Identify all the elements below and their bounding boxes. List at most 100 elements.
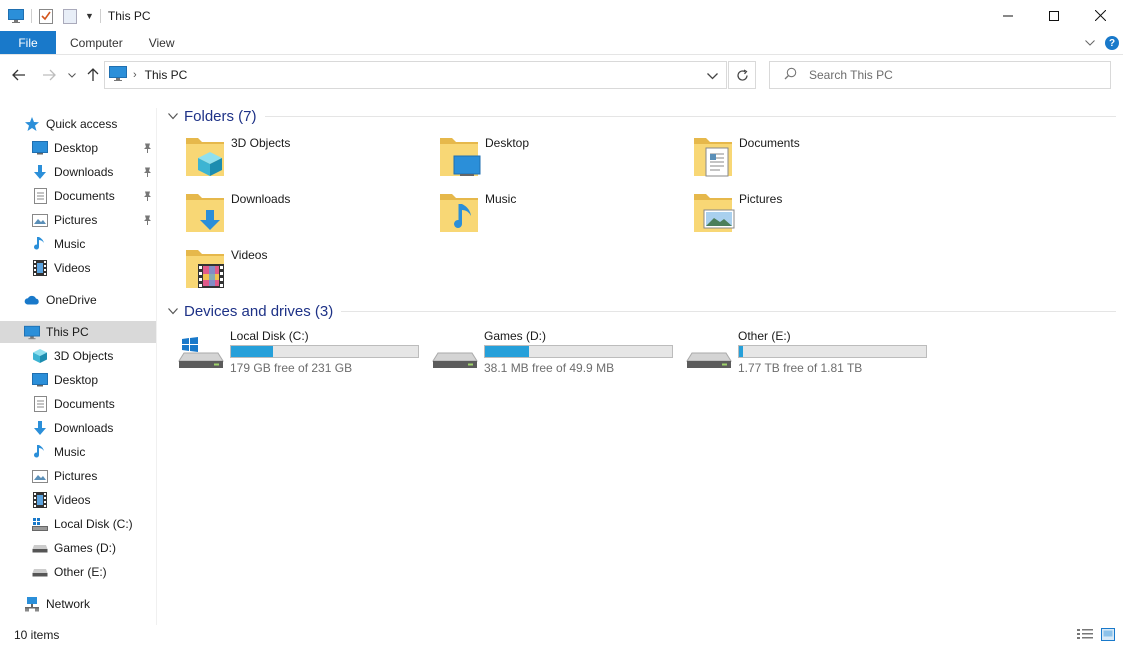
drive-label: Other (E:) [738, 329, 791, 343]
cube-icon [32, 348, 48, 364]
folder-tile-3d-objects[interactable]: 3D Objects [160, 132, 400, 184]
folder-tile-documents[interactable]: Documents [668, 132, 908, 184]
sidebar-item-music[interactable]: Music [0, 233, 156, 255]
sidebar-item-desktop[interactable]: Desktop [0, 369, 156, 391]
sidebar-item-label: Network [46, 597, 91, 611]
desktop-icon [32, 140, 48, 156]
sidebar-item-downloads[interactable]: Downloads [0, 417, 156, 439]
sidebar-item-downloads[interactable]: Downloads [0, 161, 156, 183]
music-icon [32, 444, 48, 460]
sidebar-item-onedrive[interactable]: OneDrive [0, 289, 156, 311]
arrow-right-icon [43, 69, 56, 81]
close-icon [1094, 10, 1106, 21]
sidebar-item-local-disk-c[interactable]: Local Disk (C:) [0, 513, 156, 535]
search-input[interactable] [809, 68, 1089, 82]
drive-usage-bar [484, 345, 673, 358]
up-button[interactable] [84, 60, 102, 90]
minimize-button[interactable] [985, 0, 1031, 31]
sidebar-item-videos[interactable]: Videos [0, 257, 156, 279]
sidebar-item-label: Games (D:) [54, 541, 117, 555]
pin-icon[interactable] [143, 166, 152, 180]
folder-desktop-icon [438, 132, 482, 180]
status-bar: 10 items [0, 625, 1123, 645]
large-icons-view-button[interactable] [1101, 628, 1115, 644]
sidebar-item-network[interactable]: Network [0, 593, 156, 615]
new-folder-icon[interactable] [61, 7, 79, 25]
sidebar-item-label: Local Disk (C:) [54, 517, 133, 531]
drives-group-header[interactable]: Devices and drives (3) [168, 301, 1116, 321]
refresh-icon [736, 68, 748, 81]
breadcrumb-chevron-icon[interactable]: › [133, 69, 137, 81]
drive-tile-local-disk-c[interactable]: Local Disk (C:) 179 GB free of 231 GB [160, 329, 419, 379]
computer-icon [24, 324, 40, 340]
sidebar-item-documents[interactable]: Documents [0, 185, 156, 207]
recent-locations-button[interactable] [65, 60, 79, 90]
minimize-icon [1003, 15, 1013, 16]
customize-toolbar-chevron-icon[interactable]: ▼ [85, 11, 94, 21]
desktop-icon [32, 372, 48, 388]
navigation-bar: › This PC [0, 60, 1123, 90]
drive-tile-other-e[interactable]: Other (E:) 1.77 TB free of 1.81 TB [668, 329, 927, 379]
sidebar-item-label: Desktop [54, 141, 99, 155]
sidebar-item-quick-access[interactable]: Quick access [0, 113, 156, 135]
folders-group-header[interactable]: Folders (7) [168, 106, 1116, 126]
sidebar-item-this-pc[interactable]: This PC [0, 321, 156, 343]
sidebar-item-desktop[interactable]: Desktop [0, 137, 156, 159]
address-bar[interactable]: › This PC [104, 61, 727, 89]
drive-tile-games-d[interactable]: Games (D:) 38.1 MB free of 49.9 MB [414, 329, 673, 379]
sidebar-item-label: 3D Objects [54, 349, 114, 363]
refresh-button[interactable] [728, 61, 756, 89]
expand-ribbon-chevron-icon[interactable] [1085, 40, 1095, 46]
documents-icon [32, 188, 48, 204]
sidebar-item-music[interactable]: Music [0, 441, 156, 463]
quick-access-toolbar: ▼ [0, 0, 106, 31]
properties-icon[interactable] [37, 7, 55, 25]
pin-icon[interactable] [143, 142, 152, 156]
tab-file[interactable]: File [0, 31, 56, 54]
folder-3d-objects-icon [184, 132, 228, 180]
folders-group-title: Folders (7) [184, 107, 257, 125]
close-button[interactable] [1077, 0, 1123, 31]
drive-usage-bar [738, 345, 927, 358]
drives-group-title: Devices and drives (3) [184, 302, 334, 320]
folder-pictures-icon [692, 188, 736, 236]
drive-free-space: 179 GB free of 231 GB [230, 361, 353, 375]
sidebar-item-pictures[interactable]: Pictures [0, 465, 156, 487]
search-box[interactable] [769, 61, 1111, 89]
folder-tile-videos[interactable]: Videos [160, 244, 400, 296]
sidebar-item-games-d[interactable]: Games (D:) [0, 537, 156, 559]
tab-view[interactable]: View [136, 31, 188, 54]
sidebar-item-pictures[interactable]: Pictures [0, 209, 156, 231]
tab-computer[interactable]: Computer [56, 31, 136, 54]
breadcrumb-this-pc[interactable]: This PC [145, 68, 188, 82]
collapse-chevron-icon[interactable] [168, 112, 178, 120]
details-view-icon [1077, 629, 1093, 639]
navigation-pane: Quick access Desktop Downloads Documents Pic… [0, 108, 157, 625]
details-view-button[interactable] [1077, 628, 1093, 644]
drive-usage-fill [739, 346, 744, 357]
folder-tile-downloads[interactable]: Downloads [160, 188, 400, 240]
sidebar-item-documents[interactable]: Documents [0, 393, 156, 415]
maximize-icon [1049, 10, 1059, 21]
pictures-icon [32, 212, 48, 228]
sidebar-item-label: Desktop [54, 373, 99, 387]
windows-drive-icon [178, 337, 224, 369]
folder-tile-desktop[interactable]: Desktop [414, 132, 654, 184]
sidebar-item-videos[interactable]: Videos [0, 489, 156, 511]
computer-icon[interactable] [7, 7, 25, 25]
forward-button[interactable] [38, 60, 60, 90]
maximize-button[interactable] [1031, 0, 1077, 31]
pin-icon[interactable] [143, 214, 152, 228]
downloads-icon [32, 164, 48, 180]
drive-icon [686, 337, 732, 369]
help-icon[interactable]: ? [1105, 36, 1119, 50]
address-history-chevron-icon[interactable] [707, 69, 718, 83]
collapse-chevron-icon[interactable] [168, 307, 178, 315]
sidebar-item-other-e[interactable]: Other (E:) [0, 561, 156, 583]
sidebar-item-label: Downloads [54, 421, 114, 435]
folder-tile-pictures[interactable]: Pictures [668, 188, 908, 240]
folder-tile-music[interactable]: Music [414, 188, 654, 240]
sidebar-item-3d-objects[interactable]: 3D Objects [0, 345, 156, 367]
pin-icon[interactable] [143, 190, 152, 204]
back-button[interactable] [8, 60, 30, 90]
